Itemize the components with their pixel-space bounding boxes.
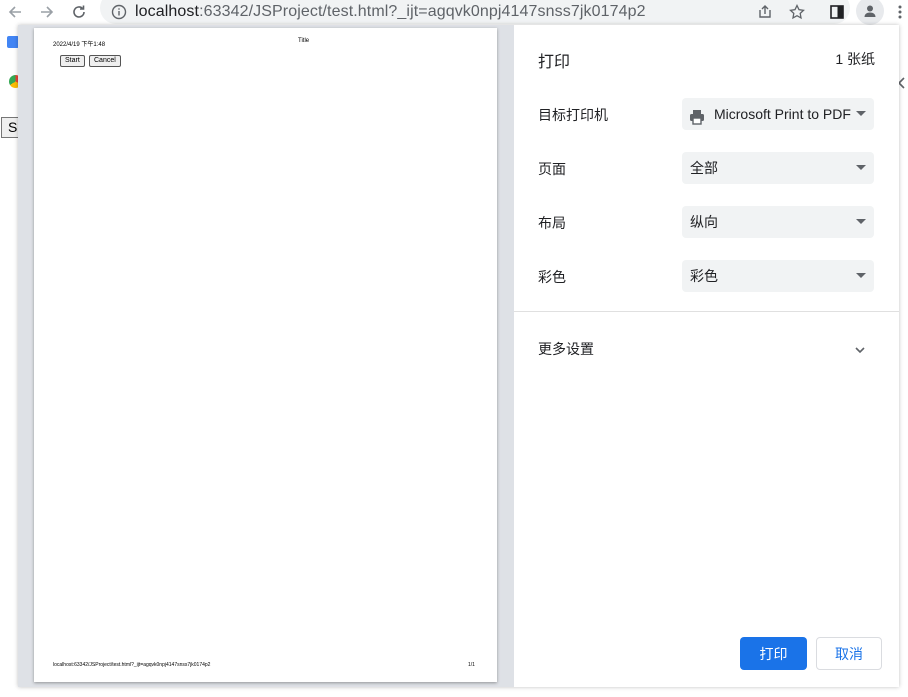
chevron-down-icon[interactable] xyxy=(854,342,866,360)
dropdown-caret-icon xyxy=(856,219,866,224)
sheet-count: 1 张纸 xyxy=(835,51,875,67)
side-panel-button[interactable] xyxy=(826,1,848,23)
share-button[interactable] xyxy=(754,1,776,23)
color-select[interactable]: 彩色 xyxy=(682,260,874,292)
color-label: 彩色 xyxy=(538,269,566,285)
print-settings-panel: 打印 1 张纸 目标打印机 Microsoft Print to PDF 页面 … xyxy=(514,25,899,687)
destination-select[interactable]: Microsoft Print to PDF xyxy=(682,98,874,130)
side-panel-icon xyxy=(830,5,844,19)
dropdown-caret-icon xyxy=(856,273,866,278)
preview-footer-url: localhost:63342/JSProject/test.html?_ijt… xyxy=(53,662,211,668)
site-info-button[interactable] xyxy=(108,1,130,23)
print-preview-area: 2022/4/19 下午1:48 Title Start Cancel loca… xyxy=(18,25,514,687)
pages-value: 全部 xyxy=(690,160,718,176)
print-title: 打印 xyxy=(538,54,571,71)
bookmark-button[interactable] xyxy=(786,1,808,23)
layout-label: 布局 xyxy=(538,215,566,231)
cancel-button[interactable]: 取消 xyxy=(816,637,882,670)
info-icon xyxy=(111,4,127,20)
layout-value: 纵向 xyxy=(690,214,718,230)
dropdown-caret-icon xyxy=(856,111,866,116)
profile-avatar[interactable] xyxy=(856,0,884,25)
address-url[interactable]: localhost:63342/JSProject/test.html?_ijt… xyxy=(135,2,646,22)
print-button[interactable]: 打印 xyxy=(740,637,807,670)
share-icon xyxy=(759,5,771,18)
url-host: localhost xyxy=(135,3,200,20)
star-icon xyxy=(789,4,805,20)
browser-menu-button[interactable] xyxy=(892,1,908,23)
destination-label: 目标打印机 xyxy=(538,107,608,123)
settings-divider xyxy=(514,311,899,312)
preview-header-date: 2022/4/19 下午1:48 xyxy=(53,42,106,48)
arrow-right-icon xyxy=(41,6,54,18)
destination-value: Microsoft Print to PDF xyxy=(714,106,851,122)
reload-button[interactable] xyxy=(68,1,90,23)
print-dialog: 2022/4/19 下午1:48 Title Start Cancel loca… xyxy=(18,25,899,687)
reload-icon xyxy=(73,5,85,18)
preview-page: 2022/4/19 下午1:48 Title Start Cancel loca… xyxy=(34,28,497,682)
layout-select[interactable]: 纵向 xyxy=(682,206,874,238)
browser-toolbar: localhost:63342/JSProject/test.html?_ijt… xyxy=(0,0,908,25)
forward-button[interactable] xyxy=(36,1,58,23)
printer-icon xyxy=(688,105,706,137)
more-settings-toggle[interactable]: 更多设置 xyxy=(538,339,594,359)
preview-header-title: Title xyxy=(298,38,310,44)
arrow-left-icon xyxy=(8,6,21,18)
pages-select[interactable]: 全部 xyxy=(682,152,874,184)
dropdown-caret-icon xyxy=(856,165,866,170)
preview-cancel-button: Cancel xyxy=(89,55,121,67)
url-path: :63342/JSProject/test.html?_ijt=agqvk0np… xyxy=(199,3,646,20)
preview-footer-page-number: 1/1 xyxy=(468,662,475,668)
more-vert-icon xyxy=(898,5,902,19)
person-icon xyxy=(864,5,876,17)
page-button-fragment[interactable]: S xyxy=(1,117,19,138)
preview-start-button: Start xyxy=(60,55,85,67)
pages-label: 页面 xyxy=(538,161,566,177)
color-value: 彩色 xyxy=(690,268,718,284)
back-button[interactable] xyxy=(4,1,26,23)
